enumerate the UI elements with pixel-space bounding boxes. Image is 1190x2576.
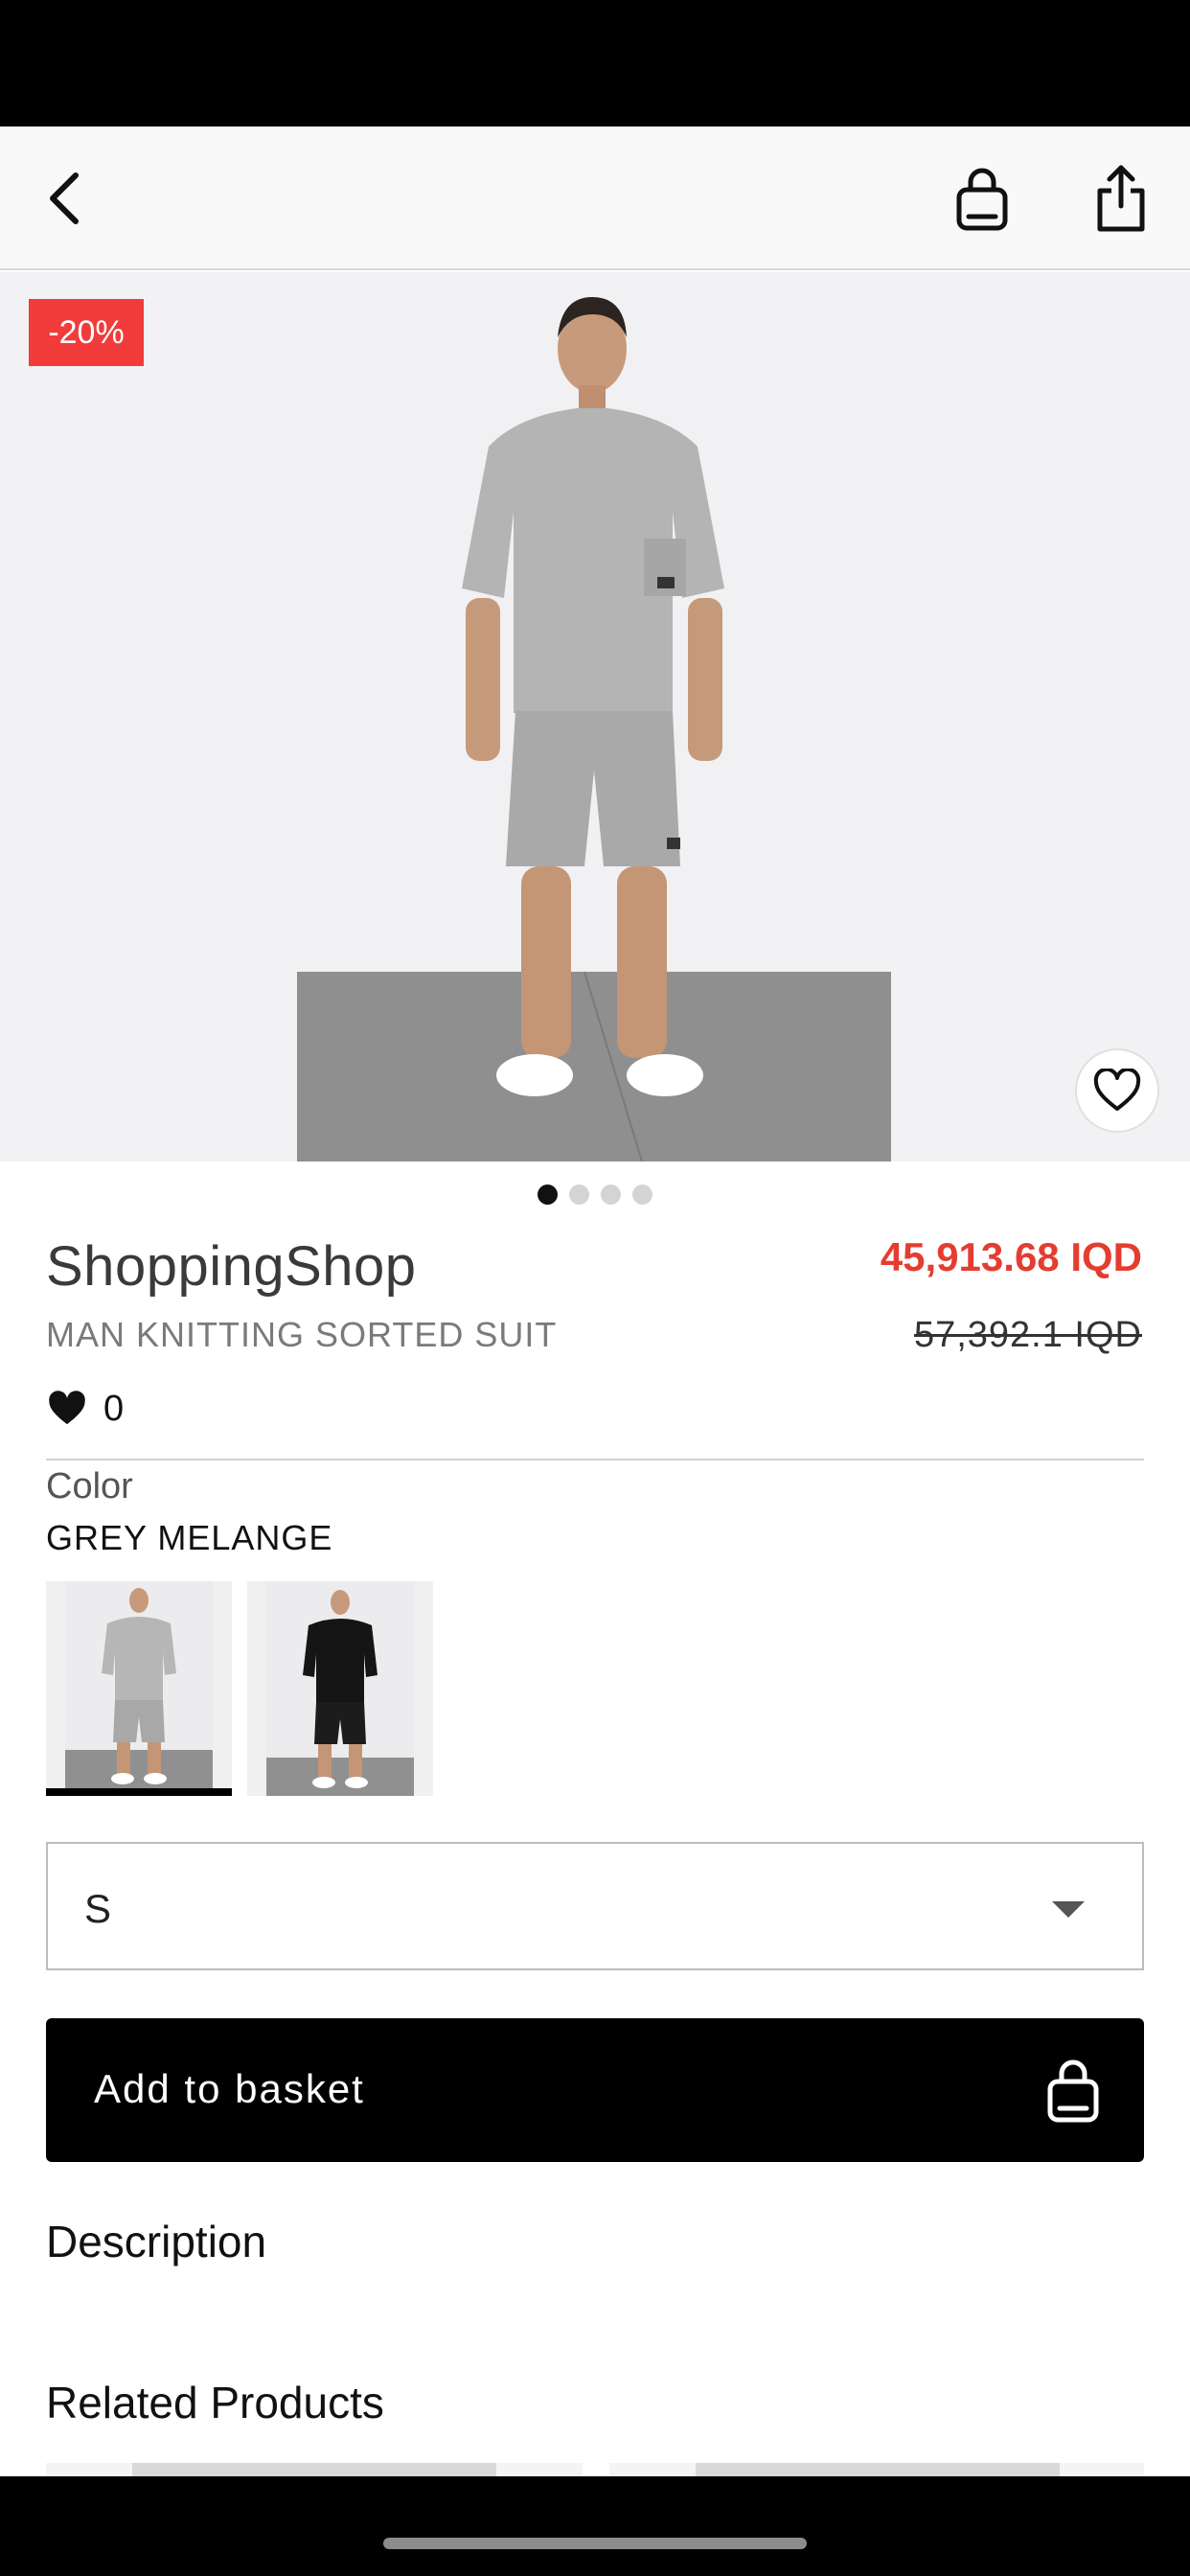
shopping-bag-icon bbox=[1047, 2059, 1099, 2123]
back-button[interactable] bbox=[21, 155, 107, 242]
size-dropdown[interactable]: S bbox=[46, 1842, 1144, 1970]
carousel-dot[interactable] bbox=[569, 1184, 589, 1205]
add-to-basket-label: Add to basket bbox=[94, 2066, 365, 2111]
home-indicator[interactable] bbox=[383, 2538, 807, 2549]
color-swatch-grey[interactable] bbox=[46, 1581, 232, 1796]
carousel-dot[interactable] bbox=[601, 1184, 621, 1205]
share-icon bbox=[1097, 165, 1145, 232]
caret-down-icon bbox=[1052, 1901, 1085, 1918]
share-button[interactable] bbox=[1078, 155, 1164, 242]
likes-count: 0 bbox=[103, 1388, 125, 1429]
related-product-card[interactable] bbox=[46, 2463, 583, 2476]
shopping-bag-icon bbox=[956, 168, 1008, 231]
basket-button[interactable] bbox=[939, 155, 1025, 242]
selected-size: S bbox=[84, 1886, 112, 1931]
related-products-list bbox=[46, 2463, 1144, 2476]
heart-outline-icon bbox=[1093, 1069, 1141, 1111]
add-to-basket-button[interactable]: Add to basket bbox=[46, 2018, 1144, 2162]
carousel-dot[interactable] bbox=[538, 1184, 558, 1205]
carousel-pagination bbox=[0, 1184, 1190, 1206]
product-image-carousel[interactable]: -20% bbox=[0, 272, 1190, 1162]
carousel-dot[interactable] bbox=[632, 1184, 652, 1205]
heart-filled-icon bbox=[49, 1391, 85, 1425]
related-product-image bbox=[696, 2463, 1060, 2476]
chevron-left-icon bbox=[50, 172, 79, 224]
selected-color: GREY MELANGE bbox=[46, 1518, 333, 1557]
related-products-heading: Related Products bbox=[46, 2378, 384, 2427]
home-indicator-area bbox=[0, 2476, 1190, 2576]
discount-badge: -20% bbox=[29, 299, 144, 366]
top-nav-bar bbox=[0, 126, 1190, 270]
likes-counter[interactable]: 0 bbox=[46, 1388, 124, 1430]
original-price: 57,392.1 IQD bbox=[913, 1315, 1142, 1355]
swatch-image bbox=[266, 1581, 414, 1796]
brand-name: ShoppingShop bbox=[46, 1235, 417, 1298]
description-heading[interactable]: Description bbox=[46, 2216, 266, 2267]
product-photo bbox=[297, 272, 891, 1162]
color-label: Color bbox=[46, 1466, 133, 1506]
related-product-card[interactable] bbox=[609, 2463, 1144, 2476]
divider bbox=[46, 1459, 1144, 1460]
color-swatch-black[interactable] bbox=[247, 1581, 433, 1796]
swatch-image bbox=[65, 1581, 213, 1788]
favorite-button[interactable] bbox=[1075, 1048, 1159, 1133]
product-title: MAN KNITTING SORTED SUIT bbox=[46, 1315, 558, 1354]
related-product-image bbox=[132, 2463, 496, 2476]
current-price: 45,913.68 IQD bbox=[880, 1234, 1142, 1279]
status-bar bbox=[0, 0, 1190, 126]
